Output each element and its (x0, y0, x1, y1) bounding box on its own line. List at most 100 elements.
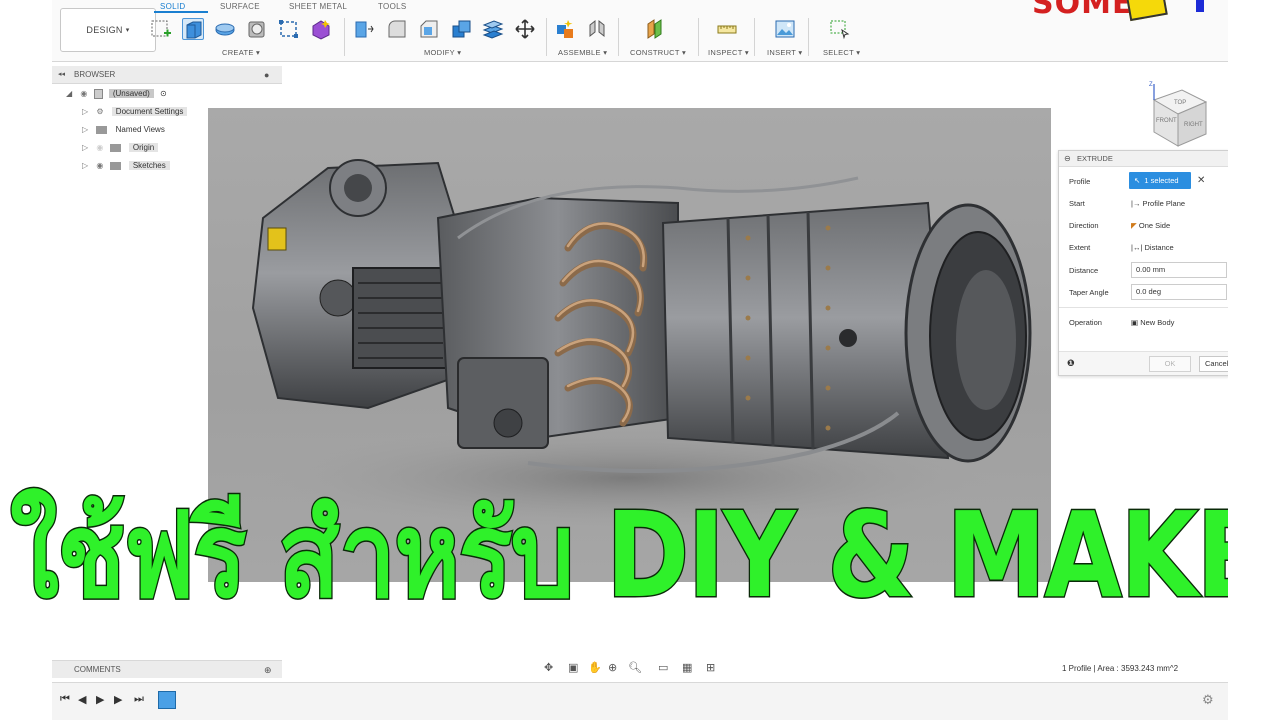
start-icon: |→ (1131, 199, 1141, 208)
options-icon[interactable]: ● (264, 66, 269, 84)
info-icon[interactable]: ❶ (1067, 358, 1075, 369)
tab-tools[interactable]: TOOLS (378, 2, 406, 11)
last-step-icon[interactable]: ⏭ (134, 693, 144, 706)
cancel-button[interactable]: Cancel (1199, 356, 1229, 372)
group-insert[interactable]: INSERT ▾ (767, 48, 803, 57)
direction-dropdown[interactable]: ◤ One Side (1131, 221, 1170, 230)
eye-icon[interactable]: ◉ (80, 89, 87, 98)
group-inspect[interactable]: INSPECT ▾ (708, 48, 749, 57)
select-window-icon[interactable] (828, 18, 850, 40)
chamfer-icon[interactable] (418, 18, 440, 40)
eye-hidden-icon[interactable]: ◉ (96, 143, 103, 152)
group-modify[interactable]: MODIFY ▾ (424, 48, 461, 57)
first-step-icon[interactable]: ⏮ (60, 693, 70, 706)
expand-triangle-icon[interactable]: ▷ (82, 125, 88, 134)
ok-button[interactable]: OK (1149, 356, 1191, 372)
clear-selection-icon[interactable]: ✕ (1197, 175, 1205, 186)
zoom-window-icon[interactable]: ⊕ (608, 661, 617, 674)
start-value: Profile Plane (1142, 199, 1186, 208)
comments-panel[interactable]: COMMENTS ⊕ (52, 660, 282, 678)
taper-angle-input[interactable]: 0.0 deg (1131, 284, 1227, 300)
distance-input[interactable]: 0.00 mm (1131, 262, 1227, 278)
fit-icon[interactable]: 🔍︎ (628, 661, 642, 674)
create-sketch-icon[interactable] (150, 18, 172, 40)
prev-step-icon[interactable]: ◀ (78, 693, 86, 706)
joint-icon[interactable] (586, 18, 608, 40)
tree-root[interactable]: ◢ ◉ (Unsaved) ⊙ (66, 87, 216, 101)
press-pull-icon[interactable] (352, 18, 374, 40)
folder-icon (109, 143, 121, 152)
pan-icon[interactable]: ✋ (588, 661, 602, 674)
toolbar-separator (546, 18, 547, 56)
orbit-icon[interactable]: ✥ (544, 661, 553, 674)
collapse-icon[interactable]: ⊖ (1064, 151, 1071, 167)
start-row[interactable]: Start |→ Profile Plane (1059, 193, 1229, 213)
grid-settings-icon[interactable]: ▦ (682, 661, 692, 674)
tree-item-named-views[interactable]: ▷ Named Views (82, 123, 165, 137)
timeline-sketch-feature[interactable] (158, 691, 176, 709)
status-readout: 1 Profile | Area : 3593.243 mm^2 (1062, 664, 1179, 673)
browser-header[interactable]: ◂◂ BROWSER ● (52, 66, 282, 84)
tab-surface[interactable]: SURFACE (220, 2, 260, 11)
right-margin (1228, 0, 1280, 720)
extent-row[interactable]: Extent |↔| Distance (1059, 237, 1229, 257)
operation-row[interactable]: Operation ▣ New Body (1059, 312, 1229, 332)
collapse-triangle-icon[interactable]: ◢ (66, 89, 72, 98)
operation-dropdown[interactable]: ▣ New Body (1131, 318, 1174, 327)
direction-row[interactable]: Direction ◤ One Side (1059, 215, 1229, 235)
display-settings-icon[interactable]: ▭ (658, 661, 668, 674)
tree-item-origin[interactable]: ▷ ◉ Origin (82, 141, 159, 155)
next-step-icon[interactable]: ▶ (114, 693, 122, 706)
expand-triangle-icon[interactable]: ▷ (82, 161, 88, 170)
expand-triangle-icon[interactable]: ▷ (82, 143, 88, 152)
profile-selection-button[interactable]: ↖ 1 selected (1129, 172, 1191, 189)
dialog-divider (1059, 307, 1229, 308)
collapse-icon[interactable]: ◂◂ (58, 66, 65, 84)
measure-icon[interactable] (716, 18, 738, 40)
viewcube[interactable]: TOP FRONT RIGHT Z (1140, 80, 1210, 150)
operation-label: Operation (1069, 318, 1102, 327)
extrude-icon[interactable] (182, 18, 204, 40)
group-assemble[interactable]: ASSEMBLE ▾ (558, 48, 607, 57)
document-name: (Unsaved) (108, 89, 154, 98)
group-construct[interactable]: CONSTRUCT ▾ (630, 48, 686, 57)
timeline-settings-icon[interactable]: ⚙ (1202, 692, 1214, 708)
group-create[interactable]: CREATE ▾ (222, 48, 260, 57)
expand-triangle-icon[interactable]: ▷ (82, 107, 88, 116)
toolbar-separator (618, 18, 619, 56)
combine-icon[interactable] (450, 18, 472, 40)
split-body-icon[interactable] (482, 18, 504, 40)
form-icon[interactable] (310, 18, 332, 40)
group-select[interactable]: SELECT ▾ (823, 48, 860, 57)
dialog-title: EXTRUDE (1077, 154, 1113, 163)
eye-icon[interactable]: ◉ (96, 161, 103, 170)
extrude-header[interactable]: ⊖ EXTRUDE (1059, 151, 1229, 167)
fillet-icon[interactable] (386, 18, 408, 40)
workspace-dropdown[interactable]: DESIGN ▾ (60, 8, 156, 52)
extent-dropdown[interactable]: |↔| Distance (1131, 243, 1174, 252)
play-icon[interactable]: ▶ (96, 693, 104, 706)
thai-headline-overlay: ใช้ฟรี สำหรับ DIY & MAKER (9, 485, 1280, 626)
profile-label: Profile (1069, 177, 1091, 186)
insert-image-icon[interactable] (774, 18, 796, 40)
start-dropdown[interactable]: |→ Profile Plane (1131, 199, 1185, 208)
tab-solid[interactable]: SOLID (160, 2, 186, 11)
box-icon[interactable] (278, 18, 300, 40)
shell-icon[interactable] (246, 18, 268, 40)
viewcube-front-label: FRONT (1156, 118, 1177, 124)
chevron-down-icon: ▾ (125, 27, 130, 34)
tree-item-document-settings[interactable]: ▷ ⚙ Document Settings (82, 105, 188, 119)
revolve-icon[interactable] (214, 18, 236, 40)
tree-label: Document Settings (111, 107, 188, 116)
move-icon[interactable] (514, 18, 536, 40)
profile-row: Profile ↖ 1 selected ✕ (1059, 171, 1229, 191)
activate-radio-icon[interactable]: ⊙ (160, 89, 167, 98)
tab-sheet-metal[interactable]: SHEET METAL (289, 2, 347, 11)
distance-row: Distance 0.00 mm (1059, 260, 1229, 280)
look-at-icon[interactable]: ▣ (568, 661, 578, 674)
offset-plane-icon[interactable] (644, 18, 666, 40)
add-comment-icon[interactable]: ⊕ (264, 661, 272, 679)
tree-item-sketches[interactable]: ▷ ◉ Sketches (82, 159, 170, 173)
new-component-icon[interactable] (554, 18, 576, 40)
viewports-icon[interactable]: ⊞ (706, 661, 715, 674)
